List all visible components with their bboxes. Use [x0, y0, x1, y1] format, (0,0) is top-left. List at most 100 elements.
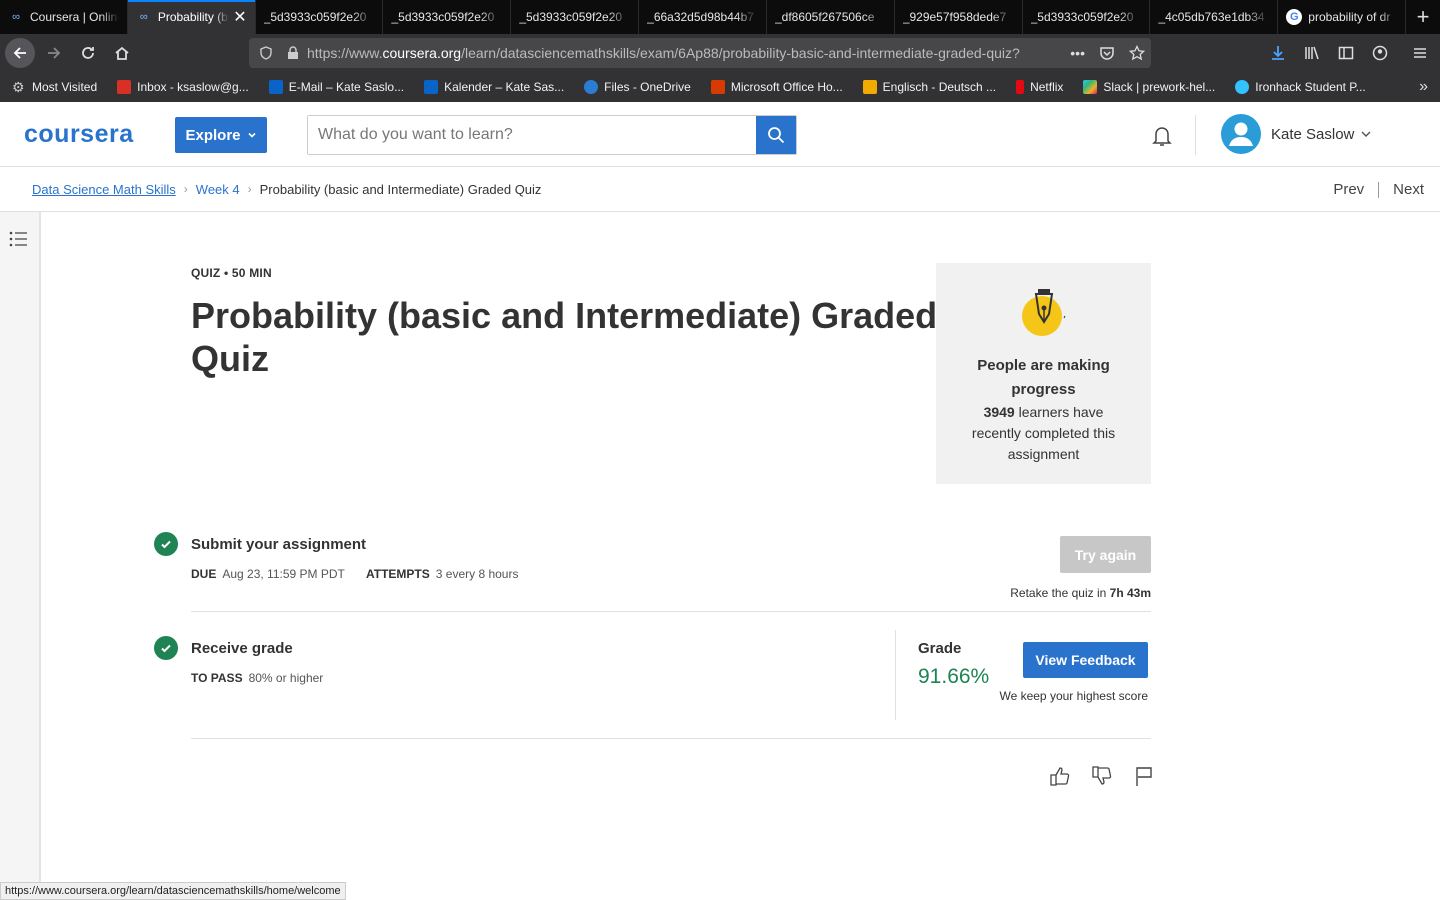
- account-icon[interactable]: [1372, 45, 1388, 61]
- grade-step-check: [154, 636, 178, 660]
- notifications-button[interactable]: [1150, 124, 1174, 153]
- flag-icon[interactable]: [1133, 765, 1155, 787]
- bookmark-slack[interactable]: Slack | prework-hel...: [1083, 80, 1215, 94]
- check-circle-icon: [154, 636, 178, 660]
- tab-file-5[interactable]: _df8605f267506ce: [767, 0, 895, 34]
- submit-step-check: [154, 532, 178, 556]
- chevron-right-icon: ›: [183, 182, 188, 196]
- browser-toolbar: https://www.coursera.org/learn/datascien…: [0, 34, 1440, 72]
- grade-step-meta: TO PASS 80% or higher: [191, 671, 324, 685]
- prev-button[interactable]: Prev: [1333, 181, 1364, 198]
- library-icon[interactable]: [1304, 45, 1320, 61]
- star-bookmark-icon[interactable]: [1129, 45, 1145, 61]
- forward-button[interactable]: [39, 38, 69, 68]
- search-icon: [768, 127, 785, 144]
- reload-button[interactable]: [73, 38, 103, 68]
- chevron-right-icon: ›: [247, 182, 252, 196]
- tab-coursera-home[interactable]: ∞ Coursera | Online: [0, 0, 128, 34]
- url-actions: •••: [1070, 38, 1145, 68]
- grade-divider: [895, 630, 896, 720]
- tab-file-8[interactable]: _4c05db763e1db34: [1150, 0, 1279, 34]
- close-tab-icon[interactable]: ✕: [233, 7, 246, 27]
- url-text: https://www.coursera.org/learn/datascien…: [307, 45, 1020, 61]
- item-pager: Prev Next: [1333, 167, 1424, 212]
- new-tab-button[interactable]: +: [1406, 0, 1440, 34]
- breadcrumb-course-link[interactable]: Data Science Math Skills: [32, 182, 176, 197]
- grade-step-title: Receive grade: [191, 640, 293, 657]
- chevron-down-icon: [1361, 131, 1371, 137]
- gmail-icon: [117, 80, 132, 94]
- search-button[interactable]: [756, 116, 796, 154]
- next-button[interactable]: Next: [1393, 181, 1424, 198]
- back-button[interactable]: [5, 38, 35, 68]
- ironhack-icon: [1235, 80, 1250, 94]
- try-again-button[interactable]: Try again: [1060, 536, 1151, 573]
- home-button[interactable]: [107, 38, 137, 68]
- bookmark-outlook-calendar[interactable]: Kalender – Kate Sas...: [424, 80, 564, 94]
- breadcrumb-week-link[interactable]: Week 4: [196, 182, 240, 197]
- tab-file-7[interactable]: _5d3933c059f2e20: [1023, 0, 1151, 34]
- page-title: Probability (basic and Intermediate) Gra…: [191, 295, 938, 379]
- coursera-favicon-icon: ∞: [139, 11, 148, 23]
- user-menu[interactable]: Kate Saslow: [1221, 114, 1372, 154]
- bookmark-ironhack[interactable]: Ironhack Student P...: [1235, 80, 1366, 94]
- bookmark-netflix[interactable]: Netflix: [1016, 80, 1063, 94]
- tab-file-4[interactable]: _66a32d5d98b44b7: [639, 0, 767, 34]
- outline-toggle-button[interactable]: [8, 229, 28, 254]
- pocket-icon[interactable]: [1099, 45, 1115, 61]
- shield-icon: [260, 46, 272, 60]
- hamburger-menu-icon[interactable]: [1412, 45, 1428, 61]
- home-icon: [115, 46, 129, 60]
- bookmark-outlook-mail[interactable]: E-Mail – Kate Saslo...: [268, 80, 404, 94]
- bell-icon: [1152, 127, 1172, 146]
- course-outline-rail: [0, 212, 41, 882]
- bookmark-gmail[interactable]: Inbox - ksaslow@g...: [117, 80, 249, 94]
- outlook-icon: [268, 80, 283, 94]
- list-icon: [9, 231, 27, 247]
- tab-probability-quiz[interactable]: ∞Probability (basic✕: [127, 0, 256, 34]
- thumbs-down-icon[interactable]: [1091, 765, 1113, 787]
- download-icon[interactable]: [1270, 45, 1286, 61]
- due-date: Aug 23, 11:59 PM PDT: [222, 567, 345, 581]
- progress-title: People are making progress: [977, 357, 1110, 398]
- coursera-favicon-icon: ∞: [12, 11, 20, 23]
- site-header: coursera Explore Kate Saslow: [0, 102, 1440, 167]
- netflix-icon: [1016, 80, 1025, 94]
- link-status-bar: https://www.coursera.org/learn/datascien…: [0, 882, 346, 900]
- pager-divider: [1378, 181, 1380, 198]
- grade-label: Grade: [918, 640, 962, 657]
- tab-file-1[interactable]: _5d3933c059f2e20: [256, 0, 384, 34]
- submit-step-meta: DUE Aug 23, 11:59 PM PDT ATTEMPTS 3 every …: [191, 567, 519, 581]
- bookmark-dictionary[interactable]: Englisch - Deutsch ...: [862, 80, 996, 94]
- pass-threshold: 80% or higher: [248, 671, 324, 685]
- address-bar[interactable]: https://www.coursera.org/learn/datascien…: [249, 38, 1151, 68]
- main-content: QUIZ • 50 MIN Probability (basic and Int…: [41, 212, 1440, 882]
- attempts-value: 3 every 8 hours: [435, 567, 519, 581]
- coursera-logo[interactable]: coursera: [24, 120, 134, 149]
- bookmark-most-visited[interactable]: ⚙ Most Visited: [12, 80, 97, 94]
- tab-file-6[interactable]: _929e57f958dede7: [895, 0, 1023, 34]
- gear-icon: ⚙: [12, 79, 25, 95]
- dictionary-icon: [862, 80, 877, 94]
- tab-file-3[interactable]: _5d3933c059f2e20: [511, 0, 640, 34]
- view-feedback-button[interactable]: View Feedback: [1023, 642, 1148, 678]
- sidebar-toggle-icon[interactable]: [1338, 45, 1354, 61]
- section-divider: [191, 611, 1151, 612]
- onedrive-cloud-icon: [584, 80, 599, 94]
- tab-google-search[interactable]: Gprobability of dr: [1278, 0, 1407, 34]
- tab-file-2[interactable]: _5d3933c059f2e20: [383, 0, 512, 34]
- outlook-icon: [424, 80, 439, 94]
- search-input[interactable]: [308, 116, 756, 154]
- chevron-double-right-icon[interactable]: »: [1419, 78, 1428, 96]
- more-actions-icon[interactable]: •••: [1070, 45, 1085, 61]
- explore-button[interactable]: Explore: [175, 117, 267, 153]
- chevron-down-icon: [247, 132, 256, 138]
- progress-card: People are making progress 3949 learners…: [936, 263, 1151, 484]
- user-name: Kate Saslow: [1271, 125, 1355, 143]
- bookmark-onedrive[interactable]: Files - OneDrive: [584, 80, 691, 94]
- thumbs-up-icon[interactable]: [1049, 765, 1071, 787]
- bookmark-office[interactable]: Microsoft Office Ho...: [710, 80, 843, 94]
- browser-tab-bar: ∞Coursera | Online ∞Probability (basic✕ …: [0, 0, 1440, 34]
- user-avatar-icon: [1229, 122, 1253, 146]
- highest-score-note: We keep your highest score: [999, 689, 1148, 703]
